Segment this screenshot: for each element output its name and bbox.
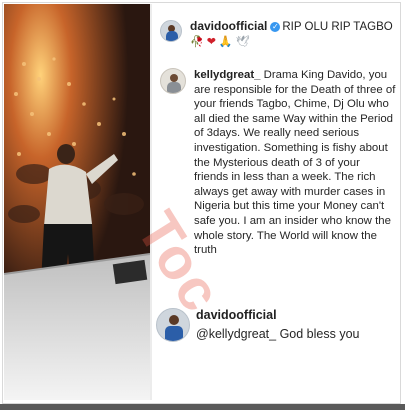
- post-photo[interactable]: [4, 4, 150, 400]
- rose-icon: 🥀: [190, 36, 207, 48]
- comment-text: kellydgreat_ Drama King Davido, you are …: [194, 68, 396, 258]
- avatar[interactable]: [156, 308, 190, 342]
- heart-icon: ❤: [206, 36, 219, 48]
- folded-hands-icon: 🙏: [218, 36, 236, 48]
- comment-username[interactable]: kellydgreat_: [194, 69, 260, 81]
- dove-icon: 🕊: [235, 36, 253, 48]
- post-header: davidoofficial ✓ RIP OLU RIP TAGBO 🥀❤🙏🕊: [158, 18, 398, 58]
- reply-username[interactable]: davidoofficial: [196, 308, 277, 322]
- bottom-border: [0, 404, 405, 410]
- post-caption: RIP OLU RIP TAGBO: [282, 21, 393, 33]
- avatar[interactable]: [160, 68, 186, 94]
- avatar[interactable]: [160, 20, 182, 42]
- reply-message: @kellydgreat_ God bless you: [196, 327, 360, 341]
- verified-badge-icon: ✓: [270, 22, 281, 32]
- caption-emojis: 🥀❤🙏🕊: [190, 35, 253, 48]
- comment-message: Drama King Davido, you are responsible f…: [194, 69, 396, 257]
- caption-line: davidoofficial ✓ RIP OLU RIP TAGBO: [190, 19, 393, 33]
- concert-photo-image: [4, 4, 150, 400]
- post-author-username[interactable]: davidoofficial: [190, 19, 267, 33]
- comments-pane: davidoofficial ✓ RIP OLU RIP TAGBO 🥀❤🙏🕊 ke…: [152, 4, 400, 400]
